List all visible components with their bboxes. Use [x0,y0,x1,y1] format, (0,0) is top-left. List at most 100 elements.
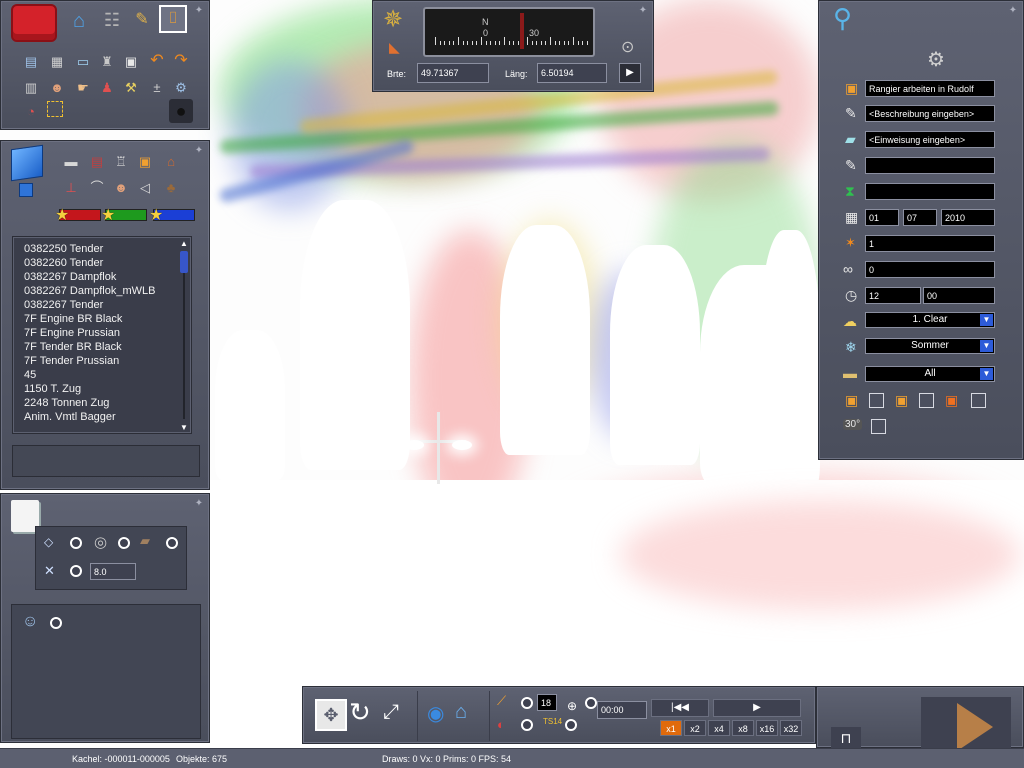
monitor-icon[interactable]: ▭ [73,51,93,71]
dropdown-arrow-icon[interactable]: ▼ [980,368,993,380]
list-scrollbar[interactable]: ▲ ▼ [179,239,189,433]
pin-icon[interactable]: ✦ [193,145,205,157]
house-icon[interactable]: ⌂ [161,151,181,171]
scroll-thumb[interactable] [180,251,188,273]
cube-icon[interactable] [11,144,43,182]
time-hour-field[interactable]: 12 [865,287,921,304]
locomotive-icon[interactable]: ▣ [135,151,155,171]
dropdown-arrow-icon[interactable]: ▼ [980,314,993,326]
magnifier-icon[interactable]: ⚲ [833,3,852,34]
driver-cab-radio[interactable] [50,617,62,629]
time-minute-field[interactable]: 00 [923,287,995,304]
people-icon[interactable]: ♟ [97,77,117,97]
start-location-field[interactable] [865,183,995,200]
bridge-icon[interactable]: ⌒ [87,177,107,197]
pie-chart-icon[interactable]: ◔ [21,101,41,121]
list-item[interactable]: 1150 T. Zug [13,382,191,396]
notes-icon[interactable]: ▦ [47,51,67,71]
count-field[interactable]: 18 [537,694,557,711]
loco-checkbox-2[interactable] [919,393,934,408]
home-icon[interactable]: ⌂ [67,9,91,33]
lock-radio[interactable] [585,697,597,709]
speed-button-x16[interactable]: x16 [756,720,778,736]
speed-button-x4[interactable]: x4 [708,720,730,736]
play-triangle-icon[interactable] [957,703,993,751]
compass-rose-icon[interactable]: ✵ [383,5,403,34]
person-icon[interactable]: ☻ [111,177,131,197]
list-item[interactable]: 7F Tender BR Black [13,340,191,354]
magnet-radio[interactable] [521,719,533,731]
cross-radio[interactable] [70,565,82,577]
ball-icon[interactable]: ● [169,99,193,123]
value-input[interactable]: 8.0 [90,563,136,580]
ts14-radio[interactable] [565,719,577,731]
scroll-track[interactable] [183,251,185,419]
horn-icon[interactable]: ◁ [135,177,155,197]
trash-icon[interactable]: ♜ [97,51,117,71]
move-tool-button[interactable]: ✥ [315,699,347,731]
track-icon[interactable]: ☷ [101,9,123,31]
rail-edit-icon[interactable]: ⟋ [497,693,506,709]
time-field[interactable]: 00:00 [597,701,647,719]
list-item[interactable]: 0382267 Dampflok [13,270,191,284]
pin-icon[interactable]: ✦ [637,5,649,17]
longitude-field[interactable]: 6.50194 [537,63,607,83]
list-item[interactable]: 2248 Tonnen Zug [13,396,191,410]
paint-brush-icon[interactable]: ✎ [131,9,153,31]
pointing-hand-icon[interactable]: ☛ [73,77,93,97]
speed-button-x1[interactable]: x1 [660,720,682,736]
pin-icon[interactable]: ✦ [1007,5,1019,17]
list-item[interactable]: Anim. Vmtl Bagger [13,410,191,424]
view-360-checkbox[interactable] [871,419,886,434]
magnet-icon[interactable]: ◐ [497,717,505,732]
filter-dropdown[interactable]: All ▼ [865,366,995,382]
map-pin-icon[interactable]: ◣ [389,39,400,56]
list-item[interactable]: 0382267 Dampflok_mWLB [13,284,191,298]
list-item[interactable]: 45 [13,368,191,382]
weather-dropdown[interactable]: 1. Clear ▼ [865,312,995,328]
description-field[interactable]: <Beschreibung eingeben> [865,105,995,122]
rewind-button[interactable]: |◀◀ [651,699,709,717]
globe-icon[interactable]: ◉ [427,701,444,726]
date-month-field[interactable]: 07 [903,209,937,226]
scale-icon[interactable]: ⤢ [383,701,399,724]
list-item[interactable]: 7F Engine BR Black [13,312,191,326]
speed-button-x32[interactable]: x32 [780,720,802,736]
scroll-down-icon[interactable]: ▼ [179,423,189,433]
list-item[interactable]: 0382250 Tender [13,242,191,256]
tree-icon[interactable]: ♣ [161,177,181,197]
toolbox-icon[interactable] [11,4,57,42]
locomotive-icon[interactable]: ▥ [21,77,41,97]
scenario-name-field[interactable]: Rangier arbeiten in Rudolf [865,80,995,97]
undo-icon[interactable]: ↶ [147,51,167,71]
compass-settings-icon[interactable]: ⊙ [621,37,634,57]
pin-icon[interactable]: ✦ [193,5,205,17]
signal-icon[interactable]: ♖ [111,151,131,171]
dropdown-arrow-icon[interactable]: ▼ [980,340,993,352]
rail-edit-radio[interactable] [521,697,533,709]
list-item[interactable]: 7F Tender Prussian [13,354,191,368]
duration-field[interactable]: 0 [865,261,995,278]
difficulty-field[interactable]: 1 [865,235,995,252]
home-icon[interactable]: ⌂ [455,701,467,724]
speed-button-x2[interactable]: x2 [684,720,706,736]
marker-radio[interactable] [70,537,82,549]
switch-icon[interactable]: ⊥ [61,177,81,197]
date-day-field[interactable]: 01 [865,209,899,226]
list-item[interactable]: 0382260 Tender [13,256,191,270]
unlock-button[interactable]: ⊓ [831,727,861,749]
play-small-button[interactable]: ▶ [713,699,801,717]
driver-icon[interactable]: ☻ [47,77,67,97]
train-icon[interactable]: ⌷ [159,5,187,33]
settings-list-icon[interactable]: ⚙ [171,77,191,97]
camera-icon[interactable]: ▣ [121,51,141,71]
briefing-field[interactable]: <Einweisung eingeben> [865,131,995,148]
pin-icon[interactable]: ✦ [193,498,205,510]
scroll-up-icon[interactable]: ▲ [179,239,189,249]
list-item[interactable]: 7F Engine Prussian [13,326,191,340]
goto-button[interactable]: ▶ [619,63,641,83]
wagon-icon[interactable]: ▬ [61,151,81,171]
rail-radio[interactable] [166,537,178,549]
loco-checkbox-3[interactable] [971,393,986,408]
season-dropdown[interactable]: Sommer ▼ [865,338,995,354]
